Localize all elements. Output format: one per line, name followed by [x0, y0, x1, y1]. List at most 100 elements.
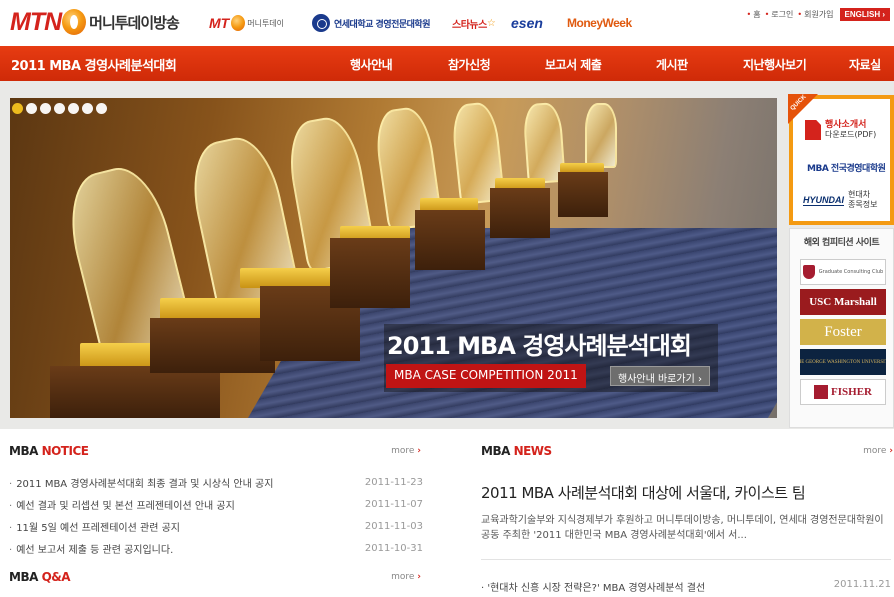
login-link[interactable]: • 로그인 [765, 9, 794, 20]
star-icon: ☆ [486, 17, 496, 29]
quick-tag-label: QUICK [789, 94, 808, 112]
notice-title-accent: NOTICE [41, 444, 89, 458]
hero-trophy-stand [558, 172, 608, 217]
foster-link[interactable]: Foster [800, 319, 886, 345]
notice-item[interactable]: · 예선 결과 및 리셉션 및 본선 프레젠테이션 안내 공지 2011-11-0… [9, 493, 423, 515]
partner-starnews-logo[interactable]: 스타뉴스 ☆ [452, 12, 496, 34]
hero-trophy-stand [415, 210, 485, 270]
home-link-label: 홈 [753, 10, 761, 19]
pdf-download-line2: 다운로드(PDF) [825, 130, 877, 139]
hero-trophy-base [240, 268, 335, 288]
harvard-shield-icon [802, 265, 815, 279]
mtn-logo[interactable]: MTN 머니투데이방송 [10, 7, 180, 37]
qna-header: MBA Q&A more › [9, 566, 421, 588]
notice-item-date: 2011-11-23 [364, 476, 423, 488]
slide-dot[interactable] [54, 103, 65, 114]
news-item-title-wrap: · '현대차 신흥 시장 전략은?' MBA 경영사례분석 결선 [481, 579, 705, 594]
harvard-link-text: Graduate Consulting Club [818, 269, 884, 275]
news-summary[interactable]: 교육과학기술부와 지식경제부가 후원하고 머니투데이방송, 머니투데이, 연세대… [481, 513, 891, 543]
slide-dot[interactable] [82, 103, 93, 114]
bullet-icon: · [9, 544, 13, 556]
partner-esen-logo[interactable]: esen [511, 12, 543, 34]
hero-trophy-image [585, 103, 617, 168]
event-info-shortcut-label: 행사안내 바로가기 [618, 374, 695, 385]
hyundai-stock-link[interactable]: HYUNDAI 현대차 종목정보 [797, 185, 890, 215]
main-nav: 2011 MBA 경영사례분석대회 행사안내 참가신청 보고서 제출 게시판 지… [0, 46, 894, 81]
english-button[interactable]: ENGLISH › [839, 8, 890, 21]
top-bar: MTN 머니투데이방송 MT 머니투데이 연세대학교 경영전문대학원 스타뉴스 ☆… [0, 0, 894, 46]
bullet-icon: · [9, 478, 13, 490]
slide-dot[interactable] [40, 103, 51, 114]
event-info-shortcut-button[interactable]: 행사안내 바로가기 › [610, 366, 710, 386]
hero-banner[interactable]: 2011 MBA 경영사례분석대회 MBA CASE COMPETITION 2… [10, 98, 777, 418]
notice-item[interactable]: · 예선 보고서 제출 등 관련 공지입니다. 2011-10-31 [9, 537, 423, 559]
fisher-link[interactable]: FISHER [800, 379, 886, 405]
partner-yonsei-logo[interactable]: 연세대학교 경영전문대학원 [312, 12, 431, 34]
chevron-right-icon: › [889, 446, 893, 456]
slide-dot[interactable] [96, 103, 107, 114]
notice-more-link[interactable]: more › [391, 446, 421, 456]
nav-item-board[interactable]: 게시판 [656, 56, 688, 73]
pdf-icon [805, 120, 821, 140]
bottom-panels: MBA NOTICE more › · 2011 MBA 경영사례분석대회 최종 … [0, 429, 894, 597]
hero-trophy-stand [330, 238, 410, 308]
news-more-link[interactable]: more › [863, 446, 893, 456]
starnews-logo-text: 스타뉴스 [452, 19, 487, 31]
pdf-download-link[interactable]: 행사소개서 다운로드(PDF) [797, 113, 890, 147]
hero-trophy-stand [50, 366, 220, 418]
slide-dot[interactable] [12, 103, 23, 114]
gwu-link[interactable]: THE GEORGE WASHINGTON UNIVERSITY [800, 349, 886, 375]
usc-marshall-link[interactable]: USC Marshall [800, 289, 886, 315]
notice-item-date: 2011-11-07 [364, 498, 423, 510]
partner-mt-logo[interactable]: MT 머니투데이 [209, 12, 284, 34]
hero-subtitle: MBA CASE COMPETITION 2011 [386, 364, 586, 388]
qna-more-link[interactable]: more › [391, 572, 421, 582]
mba-school-link[interactable]: MBA 전국경영대학원 [797, 157, 890, 177]
news-item-title: '현대차 신흥 시장 전략은?' MBA 경영사례분석 결선 [487, 583, 706, 594]
news-item[interactable]: · '현대차 신흥 시장 전략은?' MBA 경영사례분석 결선 2011.11… [481, 579, 891, 594]
international-sites: 해외 컴피티션 사이트 Graduate Consulting Club USC… [789, 228, 894, 428]
bullet-icon: • [764, 10, 770, 19]
notice-item[interactable]: · 11월 5일 예선 프레젠테이션 관련 공지 2011-11-03 [9, 515, 423, 537]
nav-item-archive[interactable]: 자료실 [849, 56, 881, 73]
notice-title: MBA NOTICE [9, 444, 89, 458]
pdf-download-text: 행사소개서 다운로드(PDF) [825, 120, 876, 140]
hyundai-line1: 현대차 [848, 190, 871, 199]
hyundai-stock-text: 현대차 종목정보 [848, 190, 877, 210]
news-more-label: more [863, 446, 887, 456]
bullet-icon: • [797, 10, 803, 19]
bullet-icon: · [9, 522, 13, 534]
mtn-logo-word: MTN [10, 7, 62, 36]
qna-more-label: more [391, 572, 415, 582]
hero-trophy-base [160, 298, 265, 320]
site-title[interactable]: 2011 MBA 경영사례분석대회 [11, 55, 177, 74]
mtn-logo-korean: 머니투데이방송 [89, 13, 180, 32]
hero-section: 2011 MBA 경영사례분석대회 MBA CASE COMPETITION 2… [0, 81, 894, 429]
news-title-mba: MBA [481, 444, 510, 458]
home-link[interactable]: • 홈 [746, 9, 760, 20]
hyundai-logo: HYUNDAI [803, 194, 845, 206]
slide-dot[interactable] [26, 103, 37, 114]
harvard-consulting-link[interactable]: Graduate Consulting Club [800, 259, 886, 285]
notice-list: · 2011 MBA 경영사례분석대회 최종 결과 및 시상식 안내 공지 201… [9, 471, 423, 559]
nav-item-apply[interactable]: 참가신청 [448, 56, 491, 73]
hero-title: 2011 MBA 경영사례분석대회 [387, 332, 692, 360]
mtn-logo-ball-icon [62, 9, 87, 35]
international-sites-title: 해외 컴피티션 사이트 [803, 238, 880, 248]
join-link[interactable]: • 회원가입 [797, 9, 833, 20]
partner-moneyweek-logo[interactable]: MoneyWeek [567, 12, 632, 34]
osu-logo-icon [814, 385, 829, 399]
bullet-icon: · [9, 500, 13, 512]
hero-trophy-stand [150, 318, 275, 373]
nav-item-event-info[interactable]: 행사안내 [350, 56, 393, 73]
nav-item-past-events[interactable]: 지난행사보기 [743, 56, 807, 73]
notice-item[interactable]: · 2011 MBA 경영사례분석대회 최종 결과 및 시상식 안내 공지 201… [9, 471, 423, 493]
slide-dot[interactable] [68, 103, 79, 114]
news-title: MBA NEWS [481, 444, 552, 458]
nav-item-report-submit[interactable]: 보고서 제출 [545, 56, 602, 73]
news-headline[interactable]: 2011 MBA 사례분석대회 대상에 서울대, 카이스트 팀 [481, 482, 806, 503]
join-link-label: 회원가입 [804, 10, 834, 19]
hyundai-line2: 종목정보 [848, 200, 878, 209]
notice-item-title: 11월 5일 예선 프레젠테이션 관련 공지 [16, 522, 180, 534]
notice-header: MBA NOTICE more › [9, 440, 421, 462]
